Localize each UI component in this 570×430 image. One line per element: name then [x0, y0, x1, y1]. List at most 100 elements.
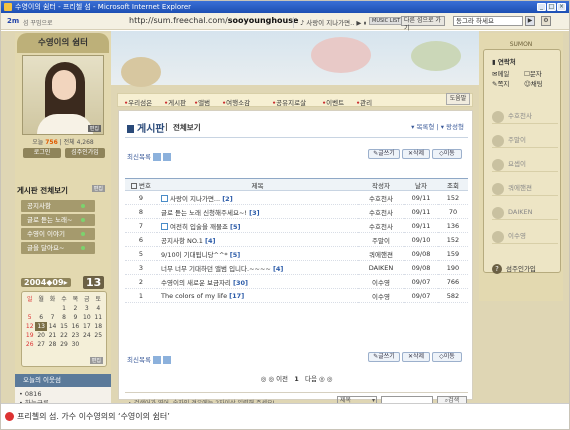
menu-item-comments[interactable]: 글을 달아요~	[21, 242, 95, 254]
mail-link[interactable]: ✉메일	[492, 68, 509, 78]
calendar-day[interactable]: 9	[70, 313, 81, 322]
prev-icon[interactable]	[152, 356, 161, 364]
calendar-day[interactable]: 6	[35, 313, 46, 322]
friend-item[interactable]: DAIKEN	[492, 204, 558, 220]
calendar-day[interactable]: 2	[70, 304, 81, 313]
next-icon[interactable]	[162, 356, 171, 364]
post-title-cell[interactable]: 글로 듣는 노래 신청해주세요~! [3]	[157, 204, 358, 219]
delete-button[interactable]: ✕삭제	[402, 352, 430, 362]
post-author[interactable]: 쿼에핸젼	[358, 246, 404, 261]
list-view-link[interactable]: 목록형	[416, 123, 434, 131]
calendar-day[interactable]: 18	[93, 322, 104, 331]
pager-prev[interactable]: ◎ ◎ 이전	[261, 375, 288, 383]
chat-link[interactable]: ☺채팅	[524, 78, 543, 88]
calendar-day[interactable]: 13	[35, 322, 47, 331]
calendar-day[interactable]: 17	[81, 322, 92, 331]
join-owner-button[interactable]: 섬주인가입	[65, 148, 105, 158]
calendar-day[interactable]: 23	[70, 331, 81, 340]
menu-item-song[interactable]: 글로 듣는 노래~	[21, 214, 95, 226]
calendar-day[interactable]: 22	[58, 331, 69, 340]
calendar-day[interactable]: 12	[24, 322, 35, 331]
help-button[interactable]: 도움말	[446, 93, 470, 105]
post-title-cell[interactable]: 너무 너무 기대하던 앨범 입니다.~~~~ [4]	[157, 260, 358, 275]
calendar-day[interactable]: 30	[70, 340, 81, 349]
next-icon[interactable]	[162, 153, 171, 161]
join-owner-link[interactable]: ? 섬주인가입	[492, 262, 558, 276]
album-view-link[interactable]: 왕성형	[446, 123, 464, 131]
post-title-cell[interactable]: 여전히 입술을 깨물죠 [5]	[157, 218, 358, 233]
post-title[interactable]: 수영이의 새로운 보금자리	[161, 279, 231, 287]
greeting-input[interactable]: 동그라 하세요	[453, 16, 523, 26]
sms-link[interactable]: ☐문자	[524, 68, 542, 78]
post-title[interactable]: The colors of my life	[161, 292, 227, 300]
friend-item[interactable]: 주말이	[492, 132, 558, 148]
pager-current[interactable]: 1	[294, 375, 299, 383]
site-subtitle[interactable]: 섬 꾸밈으로	[23, 18, 53, 27]
calendar-day[interactable]: 26	[24, 340, 35, 349]
nav-event[interactable]: •이벤트	[322, 97, 344, 107]
post-title[interactable]: 공지사항 NO.1	[161, 237, 203, 245]
table-row[interactable]: 7 여전히 입술을 깨물죠 [5] 수호천사 09/11 136	[125, 218, 468, 233]
post-title-cell[interactable]: 공지사항 NO.1 [4]	[157, 232, 358, 247]
post-title[interactable]: 너무 너무 기대하던 앨범 입니다.~~~~	[161, 265, 271, 273]
friend-item[interactable]: 이수영	[492, 228, 558, 244]
post-title[interactable]: 글로 듣는 노래 신청해주세요~!	[161, 209, 247, 217]
table-row[interactable]: 5 9/10이 기대됩니당^^* [5] 쿼에핸젼 09/08 159	[125, 246, 468, 261]
go-button[interactable]: ▶	[525, 16, 535, 26]
post-title-cell[interactable]: The colors of my life [17]	[157, 288, 358, 303]
post-title[interactable]: 사랑이 지나가면...	[170, 195, 220, 203]
nav-about[interactable]: •우리섬은	[124, 97, 152, 107]
post-title[interactable]: 9/10이 기대됩니당^^*	[161, 251, 228, 259]
calendar-day[interactable]: 1	[58, 304, 69, 313]
calendar-day[interactable]: 20	[35, 331, 46, 340]
table-row[interactable]: 2 수영이의 새로운 보금자리 [30] 이수영 09/07 766	[125, 274, 468, 289]
calendar-day[interactable]: 5	[24, 313, 35, 322]
post-title[interactable]: 여전히 입술을 깨물죠	[170, 223, 228, 231]
column-header[interactable]: 번호	[125, 178, 157, 191]
nav-album[interactable]: •앨범	[194, 97, 210, 107]
calendar-day[interactable]: 7	[47, 313, 58, 322]
post-title-cell[interactable]: 사랑이 지나가면... [2]	[157, 190, 358, 205]
post-title-cell[interactable]: 수영이의 새로운 보금자리 [30]	[157, 274, 358, 289]
calendar-day[interactable]: 25	[93, 331, 104, 340]
settings-icon[interactable]: ⚙	[541, 16, 551, 26]
calendar-day[interactable]: 10	[81, 313, 92, 322]
write-button[interactable]: ✎글쓰기	[368, 149, 400, 159]
calendar-day[interactable]: 16	[70, 322, 81, 331]
delete-button[interactable]: ✕삭제	[402, 149, 430, 159]
nav-travel[interactable]: •여행소감	[222, 97, 250, 107]
calendar-edit-button[interactable]: 편집	[89, 357, 103, 364]
table-row[interactable]: 9 사랑이 지나가면... [2] 수호천사 09/11 152	[125, 190, 468, 205]
minimize-icon[interactable]: _	[537, 3, 546, 11]
calendar-day[interactable]: 3	[81, 304, 92, 313]
table-row[interactable]: 6 공지사항 NO.1 [4] 주말이 09/10 152	[125, 232, 468, 247]
post-author[interactable]: 이수영	[358, 274, 404, 289]
note-link[interactable]: ✎쪽지	[492, 78, 509, 88]
friend-item[interactable]: 수호천사	[492, 108, 558, 124]
post-author[interactable]: 이수영	[358, 288, 404, 303]
post-author[interactable]: DAIKEN	[358, 260, 404, 275]
nav-board[interactable]: •게시판	[164, 97, 186, 107]
move-button[interactable]: ◇이동	[432, 352, 462, 362]
move-button[interactable]: ◇이동	[432, 149, 462, 159]
site-logo[interactable]: 2m	[7, 17, 19, 25]
post-author[interactable]: 주말이	[358, 232, 404, 247]
post-author[interactable]: 수호천사	[358, 204, 404, 219]
calendar-day[interactable]: 24	[81, 331, 92, 340]
music-list-button[interactable]: MUSIC LIST	[369, 17, 404, 25]
now-playing[interactable]: ♪ 사랑이 지나가면.. ▶ ⏸	[293, 17, 367, 28]
table-row[interactable]: 3 너무 너무 기대하던 앨범 입니다.~~~~ [4] DAIKEN 09/08 19…	[125, 260, 468, 275]
menu-item-notice[interactable]: 공지사항	[21, 200, 95, 212]
prev-icon[interactable]	[152, 153, 161, 161]
calendar-day[interactable]: 14	[47, 322, 58, 331]
maximize-icon[interactable]: □	[547, 3, 556, 11]
friend-item[interactable]: 요셉이	[492, 156, 558, 172]
write-button[interactable]: ✎글쓰기	[368, 352, 400, 362]
calendar-day[interactable]: 29	[58, 340, 69, 349]
table-row[interactable]: 1 The colors of my life [17] 이수영 09/07 582	[125, 288, 468, 303]
table-row[interactable]: 8 글로 듣는 노래 신청해주세요~! [3] 수호천사 09/11 70	[125, 204, 468, 219]
post-author[interactable]: 수호천사	[358, 218, 404, 233]
other-island-select[interactable]: 다른 섬으로 가기	[401, 16, 445, 32]
nav-shared[interactable]: •공유지로살	[272, 97, 306, 107]
neighbor-item[interactable]: • 0816	[19, 390, 107, 399]
